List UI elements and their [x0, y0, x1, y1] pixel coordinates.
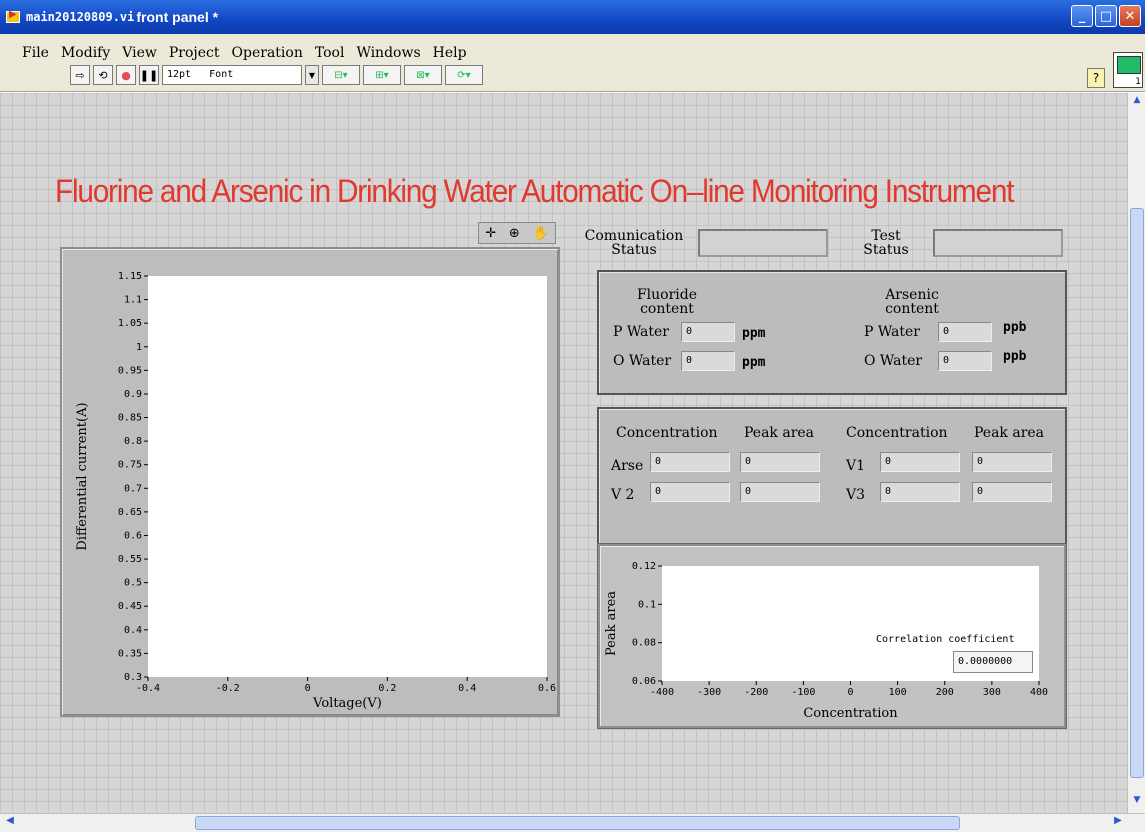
- window-title-bar[interactable]: main20120809.vi front panel * _ □ ✕: [0, 0, 1145, 34]
- arsenic-p-water-field[interactable]: 0: [938, 322, 992, 342]
- minimize-icon[interactable]: _: [1071, 5, 1093, 27]
- align-objects-icon[interactable]: ⊟▾: [322, 65, 360, 85]
- waveform-graph: [60, 247, 560, 717]
- v1-concentration-field[interactable]: 0: [880, 452, 960, 472]
- arsenic-o-water-label: O Water: [864, 353, 923, 369]
- vi-connector-icon[interactable]: 1: [1113, 52, 1143, 88]
- labview-vi-icon: [6, 9, 20, 23]
- menu-project[interactable]: Project: [169, 45, 220, 61]
- fluoride-content-heading: Fluoride content: [636, 287, 698, 317]
- header-concentration-1: Concentration: [616, 425, 718, 441]
- menu-windows[interactable]: Windows: [356, 45, 420, 61]
- context-help-icon[interactable]: ?: [1087, 68, 1105, 88]
- correlation-coefficient-label: Correlation coefficient: [876, 634, 1015, 645]
- menu-modify[interactable]: Modify: [61, 45, 110, 61]
- scroll-right-icon[interactable]: ▶: [1110, 815, 1126, 831]
- vertical-scrollbar[interactable]: ▲ ▼: [1127, 93, 1145, 813]
- scroll-up-icon[interactable]: ▲: [1130, 95, 1144, 111]
- menu-file[interactable]: File: [22, 45, 49, 61]
- horizontal-scroll-thumb[interactable]: [195, 816, 960, 830]
- header-peak-area-2: Peak area: [974, 425, 1045, 441]
- fluoride-o-water-label: O Water: [613, 353, 672, 369]
- arsenic-content-heading: Arsenic content: [885, 287, 939, 317]
- scroll-down-icon[interactable]: ▼: [1130, 795, 1144, 811]
- window-title-file: main20120809.vi: [26, 10, 135, 24]
- pause-icon[interactable]: ❚❚: [139, 65, 159, 85]
- toolbar: ⇨ ⟲ ● ❚❚ 12pt Font ▼ ⊟▾ ⊞▾ ⊠▾ ⟳▾: [70, 64, 483, 86]
- menu-tool[interactable]: Tool: [315, 45, 345, 61]
- window-title-suffix: front panel *: [136, 9, 219, 25]
- abort-icon[interactable]: ●: [116, 65, 136, 85]
- font-select[interactable]: 12pt Font: [162, 65, 302, 85]
- row-label-v2: V 2: [611, 487, 635, 503]
- close-icon[interactable]: ✕: [1119, 5, 1141, 27]
- menu-bar: File Modify View Project Operation Tool Window…: [0, 34, 1145, 92]
- v2-peak-area-field[interactable]: 0: [740, 482, 820, 502]
- fluoride-p-water-field[interactable]: 0: [681, 322, 735, 342]
- menu-view[interactable]: View: [122, 45, 157, 61]
- menu-help[interactable]: Help: [433, 45, 467, 61]
- v3-peak-area-field[interactable]: 0: [972, 482, 1052, 502]
- correlation-coefficient-field: 0.0000000: [953, 651, 1033, 673]
- reorder-icon[interactable]: ⟳▾: [445, 65, 483, 85]
- row-label-arse: Arse: [611, 458, 644, 474]
- arse-peak-area-field[interactable]: 0: [740, 452, 820, 472]
- v2-concentration-field[interactable]: 0: [650, 482, 730, 502]
- crosshair-icon[interactable]: ✛: [485, 226, 496, 241]
- scroll-left-icon[interactable]: ◀: [2, 815, 18, 831]
- font-size-value: 12pt: [167, 69, 192, 80]
- fluoride-p-water-label: P Water: [613, 324, 669, 340]
- header-peak-area-1: Peak area: [744, 425, 815, 441]
- communication-status-indicator: [698, 229, 828, 257]
- v3-concentration-field[interactable]: 0: [880, 482, 960, 502]
- fluoride-p-water-unit: ppm: [742, 326, 766, 341]
- resize-objects-icon[interactable]: ⊠▾: [404, 65, 442, 85]
- zoom-icon[interactable]: ⊕: [509, 226, 520, 241]
- test-status-indicator: [933, 229, 1063, 257]
- graph-palette: ✛ ⊕ ✋: [478, 222, 556, 244]
- arsenic-p-water-unit: ppb: [1003, 320, 1027, 335]
- communication-status-label: Comunication Status: [584, 228, 684, 258]
- arsenic-o-water-field[interactable]: 0: [938, 351, 992, 371]
- arsenic-p-water-label: P Water: [864, 324, 920, 340]
- run-continuously-icon[interactable]: ⟲: [93, 65, 113, 85]
- arsenic-o-water-unit: ppb: [1003, 349, 1027, 364]
- vertical-scroll-thumb[interactable]: [1130, 208, 1144, 778]
- distribute-objects-icon[interactable]: ⊞▾: [363, 65, 401, 85]
- horizontal-scrollbar[interactable]: ◀ ▶: [0, 813, 1145, 832]
- arse-concentration-field[interactable]: 0: [650, 452, 730, 472]
- panel-title: Fluorine and Arsenic in Drinking Water A…: [55, 173, 1014, 209]
- hand-pan-icon[interactable]: ✋: [532, 226, 548, 241]
- chevron-down-icon[interactable]: ▼: [305, 65, 319, 85]
- menu-operation[interactable]: Operation: [232, 45, 303, 61]
- fluoride-o-water-field[interactable]: 0: [681, 351, 735, 371]
- maximize-icon[interactable]: □: [1095, 5, 1117, 27]
- test-status-label: Test Status: [863, 228, 909, 258]
- font-name-value: Font: [209, 69, 234, 80]
- fluoride-o-water-unit: ppm: [742, 355, 766, 370]
- v1-peak-area-field[interactable]: 0: [972, 452, 1052, 472]
- row-label-v3: V3: [846, 487, 866, 503]
- run-arrow-icon[interactable]: ⇨: [70, 65, 90, 85]
- header-concentration-2: Concentration: [846, 425, 948, 441]
- row-label-v1: V1: [846, 458, 866, 474]
